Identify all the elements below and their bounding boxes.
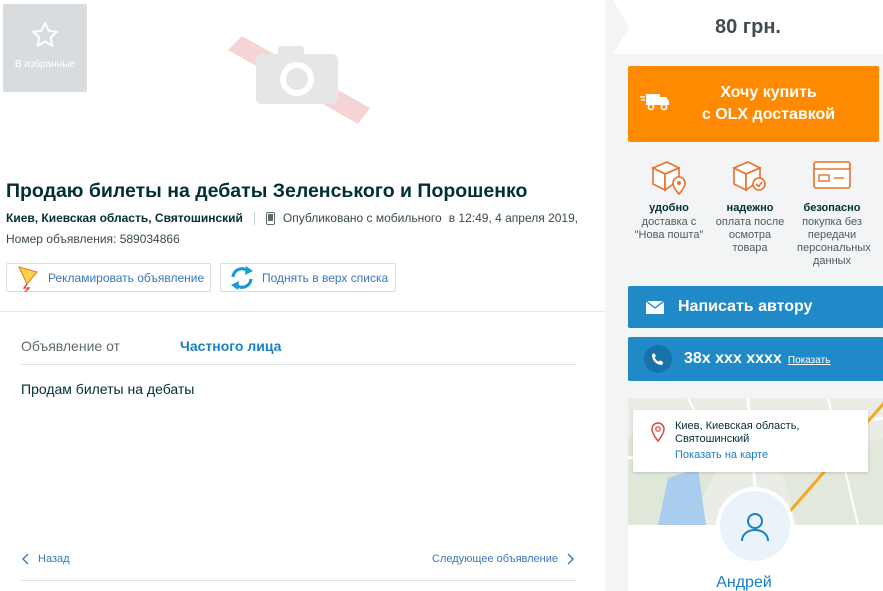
message-author-label: Написать автору: [678, 298, 813, 315]
phone-icon: [644, 345, 672, 373]
mobile-phone-icon: [265, 211, 275, 225]
add-to-favorites-button[interactable]: В избранные: [3, 4, 87, 92]
feature-title: удобно: [649, 202, 689, 214]
feature-title: надежно: [726, 202, 774, 214]
feature-title: безопасно: [803, 202, 861, 214]
box-location-icon: [634, 158, 704, 200]
buy-with-delivery-button[interactable]: Хочу купить с OLX доставкой: [628, 66, 879, 142]
message-author-button[interactable]: Написать автору: [628, 286, 883, 328]
user-avatar[interactable]: [716, 487, 794, 565]
ad-owner-row: Объявление от Частного лица: [21, 338, 576, 365]
user-icon: [741, 513, 769, 542]
ad-location: Киев, Киевская область, Святошинский: [6, 211, 243, 225]
feature-reliable: надежно оплата после осмотра товара: [715, 158, 785, 255]
next-ad-label: Следующее объявление: [432, 553, 558, 565]
no-photo-placeholder-icon: [220, 28, 375, 128]
ad-description: Продам билеты на дебаты: [21, 381, 195, 397]
feature-desc: оплата после осмотра товара: [715, 216, 785, 254]
favorites-label: В избранные: [14, 59, 76, 70]
map-pin-icon: [651, 422, 665, 447]
user-name[interactable]: Андрей: [605, 574, 883, 591]
promote-ad-label: Рекламировать объявление: [48, 270, 205, 285]
ad-owner-value[interactable]: Частного лица: [180, 338, 281, 354]
published-source: Опубликовано с мобильного: [282, 211, 442, 225]
chevron-right-icon: [567, 553, 574, 565]
card-icon: [797, 158, 867, 200]
published-time: в 12:49, 4 апреля 2019,: [448, 211, 579, 225]
ad-main-panel: В избранные Продаю билеты на дебаты Зеле…: [0, 0, 605, 591]
price: 80 грн.: [613, 0, 883, 54]
phone-number-masked: 38х ххх хххх: [684, 350, 782, 367]
show-on-map-link[interactable]: Показать на карте: [675, 449, 768, 461]
kite-icon: [13, 264, 43, 292]
feature-safe: безопасно покупка без передачи персональ…: [797, 158, 871, 268]
ad-meta: Киев, Киевская область, Святошинский Опу…: [6, 211, 578, 225]
feature-desc: доставка с "Нова пошта": [634, 216, 704, 241]
chevron-left-icon: [22, 553, 29, 565]
ad-number: Номер объявления: 589034866: [6, 232, 180, 246]
map-address: Киев, Киевская область, Святошинский: [675, 420, 800, 445]
ad-title: Продаю билеты на дебаты Зеленського и По…: [6, 180, 528, 202]
raise-ad-label: Поднять в верх списка: [262, 270, 389, 285]
raise-ad-button[interactable]: Поднять в верх списка: [220, 263, 396, 292]
meta-divider: [253, 211, 255, 225]
previous-ad-label: Назад: [38, 553, 70, 565]
feature-desc: покупка без передачи персональных данных: [797, 216, 871, 267]
star-icon: [32, 22, 58, 47]
show-phone-link[interactable]: Показать: [788, 355, 831, 366]
box-check-icon: [715, 158, 785, 200]
envelope-icon: [646, 300, 664, 314]
section-divider: [0, 311, 605, 312]
ad-owner-key: Объявление от: [21, 338, 120, 354]
buy-button-line2: с OLX доставкой: [701, 106, 836, 123]
refresh-arrows-icon: [227, 264, 257, 292]
phone-button[interactable]: 38х ххх хххх Показать: [628, 337, 883, 381]
bottom-divider: [21, 580, 576, 581]
next-ad-link[interactable]: Следующее объявление: [432, 553, 576, 565]
previous-ad-link[interactable]: Назад: [20, 553, 70, 565]
promote-ad-button[interactable]: Рекламировать объявление: [6, 263, 211, 292]
buy-button-line1: Хочу купить: [720, 84, 817, 101]
delivery-truck-icon: [640, 90, 670, 117]
map-address-card: Киев, Киевская область, Святошинский Пок…: [633, 410, 868, 472]
feature-convenient: удобно доставка с "Нова пошта": [634, 158, 704, 242]
